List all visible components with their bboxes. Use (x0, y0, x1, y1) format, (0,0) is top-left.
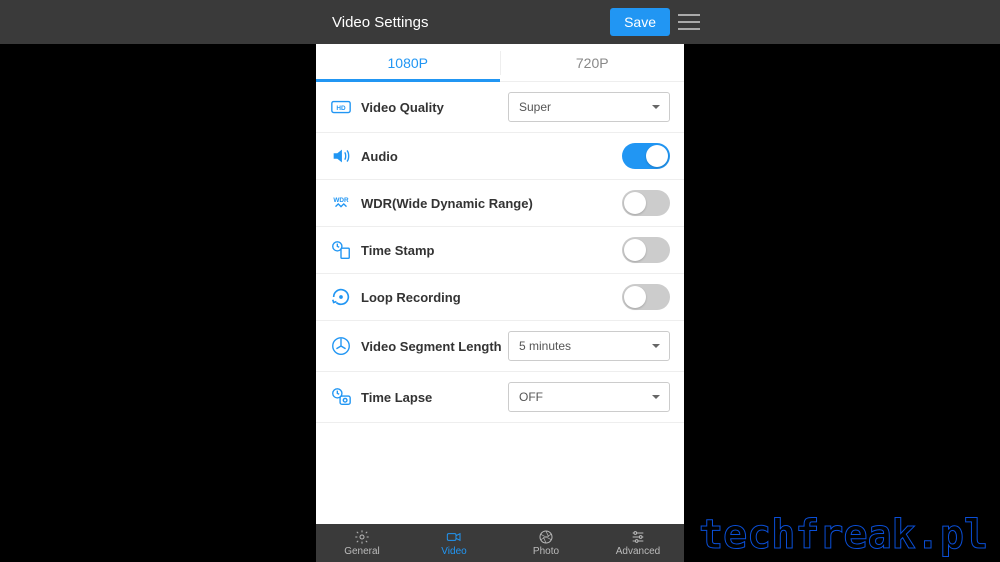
watermark: techfreak.pl (699, 512, 988, 558)
video-quality-select[interactable] (508, 92, 670, 122)
svg-text:WDR: WDR (333, 197, 349, 204)
tab-label: 720P (576, 55, 609, 71)
segment-select[interactable] (508, 331, 670, 361)
hd-icon: HD (330, 96, 352, 118)
wdr-icon: WDR (330, 192, 352, 214)
timestamp-toggle[interactable] (622, 237, 670, 263)
header-bar: Video Settings Save (0, 0, 1000, 44)
tab-label: 1080P (388, 55, 428, 71)
timelapse-icon (330, 386, 352, 408)
video-icon (446, 529, 462, 545)
clock-icon (330, 239, 352, 261)
tab-720p[interactable]: 720P (501, 44, 685, 81)
loop-icon (330, 286, 352, 308)
save-button[interactable]: Save (610, 8, 670, 36)
nav-label: Video (441, 546, 466, 557)
row-label: Audio (361, 149, 622, 164)
row-timelapse: Time Lapse (316, 372, 684, 423)
row-label: Video Segment Length (361, 339, 508, 354)
segment-icon (330, 335, 352, 357)
row-audio: Audio (316, 133, 684, 180)
speaker-icon (330, 145, 352, 167)
timelapse-select[interactable] (508, 382, 670, 412)
nav-label: Advanced (616, 546, 660, 557)
row-label: WDR(Wide Dynamic Range) (361, 196, 622, 211)
nav-video[interactable]: Video (408, 524, 500, 562)
audio-toggle[interactable] (622, 143, 670, 169)
row-video-quality: HD Video Quality (316, 82, 684, 133)
gear-icon (354, 529, 370, 545)
row-label: Time Stamp (361, 243, 622, 258)
nav-photo[interactable]: Photo (500, 524, 592, 562)
nav-general[interactable]: General (316, 524, 408, 562)
wdr-toggle[interactable] (622, 190, 670, 216)
bottom-nav: General Video Photo Advanced (316, 524, 684, 562)
page-title: Video Settings (332, 14, 428, 31)
row-label: Time Lapse (361, 390, 508, 405)
nav-label: General (344, 546, 380, 557)
loop-toggle[interactable] (622, 284, 670, 310)
row-label: Loop Recording (361, 290, 622, 305)
svg-text:HD: HD (336, 105, 346, 112)
row-wdr: WDR WDR(Wide Dynamic Range) (316, 180, 684, 227)
row-timestamp: Time Stamp (316, 227, 684, 274)
tab-1080p[interactable]: 1080P (316, 44, 500, 81)
nav-advanced[interactable]: Advanced (592, 524, 684, 562)
segment-select-wrap (508, 331, 670, 361)
row-loop: Loop Recording (316, 274, 684, 321)
resolution-tabs: 1080P 720P (316, 44, 684, 82)
settings-panel: 1080P 720P HD Video Quality Audio WDR WD… (316, 44, 684, 524)
aperture-icon (538, 529, 554, 545)
sliders-icon (630, 529, 646, 545)
menu-icon[interactable] (678, 14, 700, 30)
video-quality-select-wrap (508, 92, 670, 122)
row-segment: Video Segment Length (316, 321, 684, 372)
nav-label: Photo (533, 546, 559, 557)
row-label: Video Quality (361, 100, 508, 115)
timelapse-select-wrap (508, 382, 670, 412)
